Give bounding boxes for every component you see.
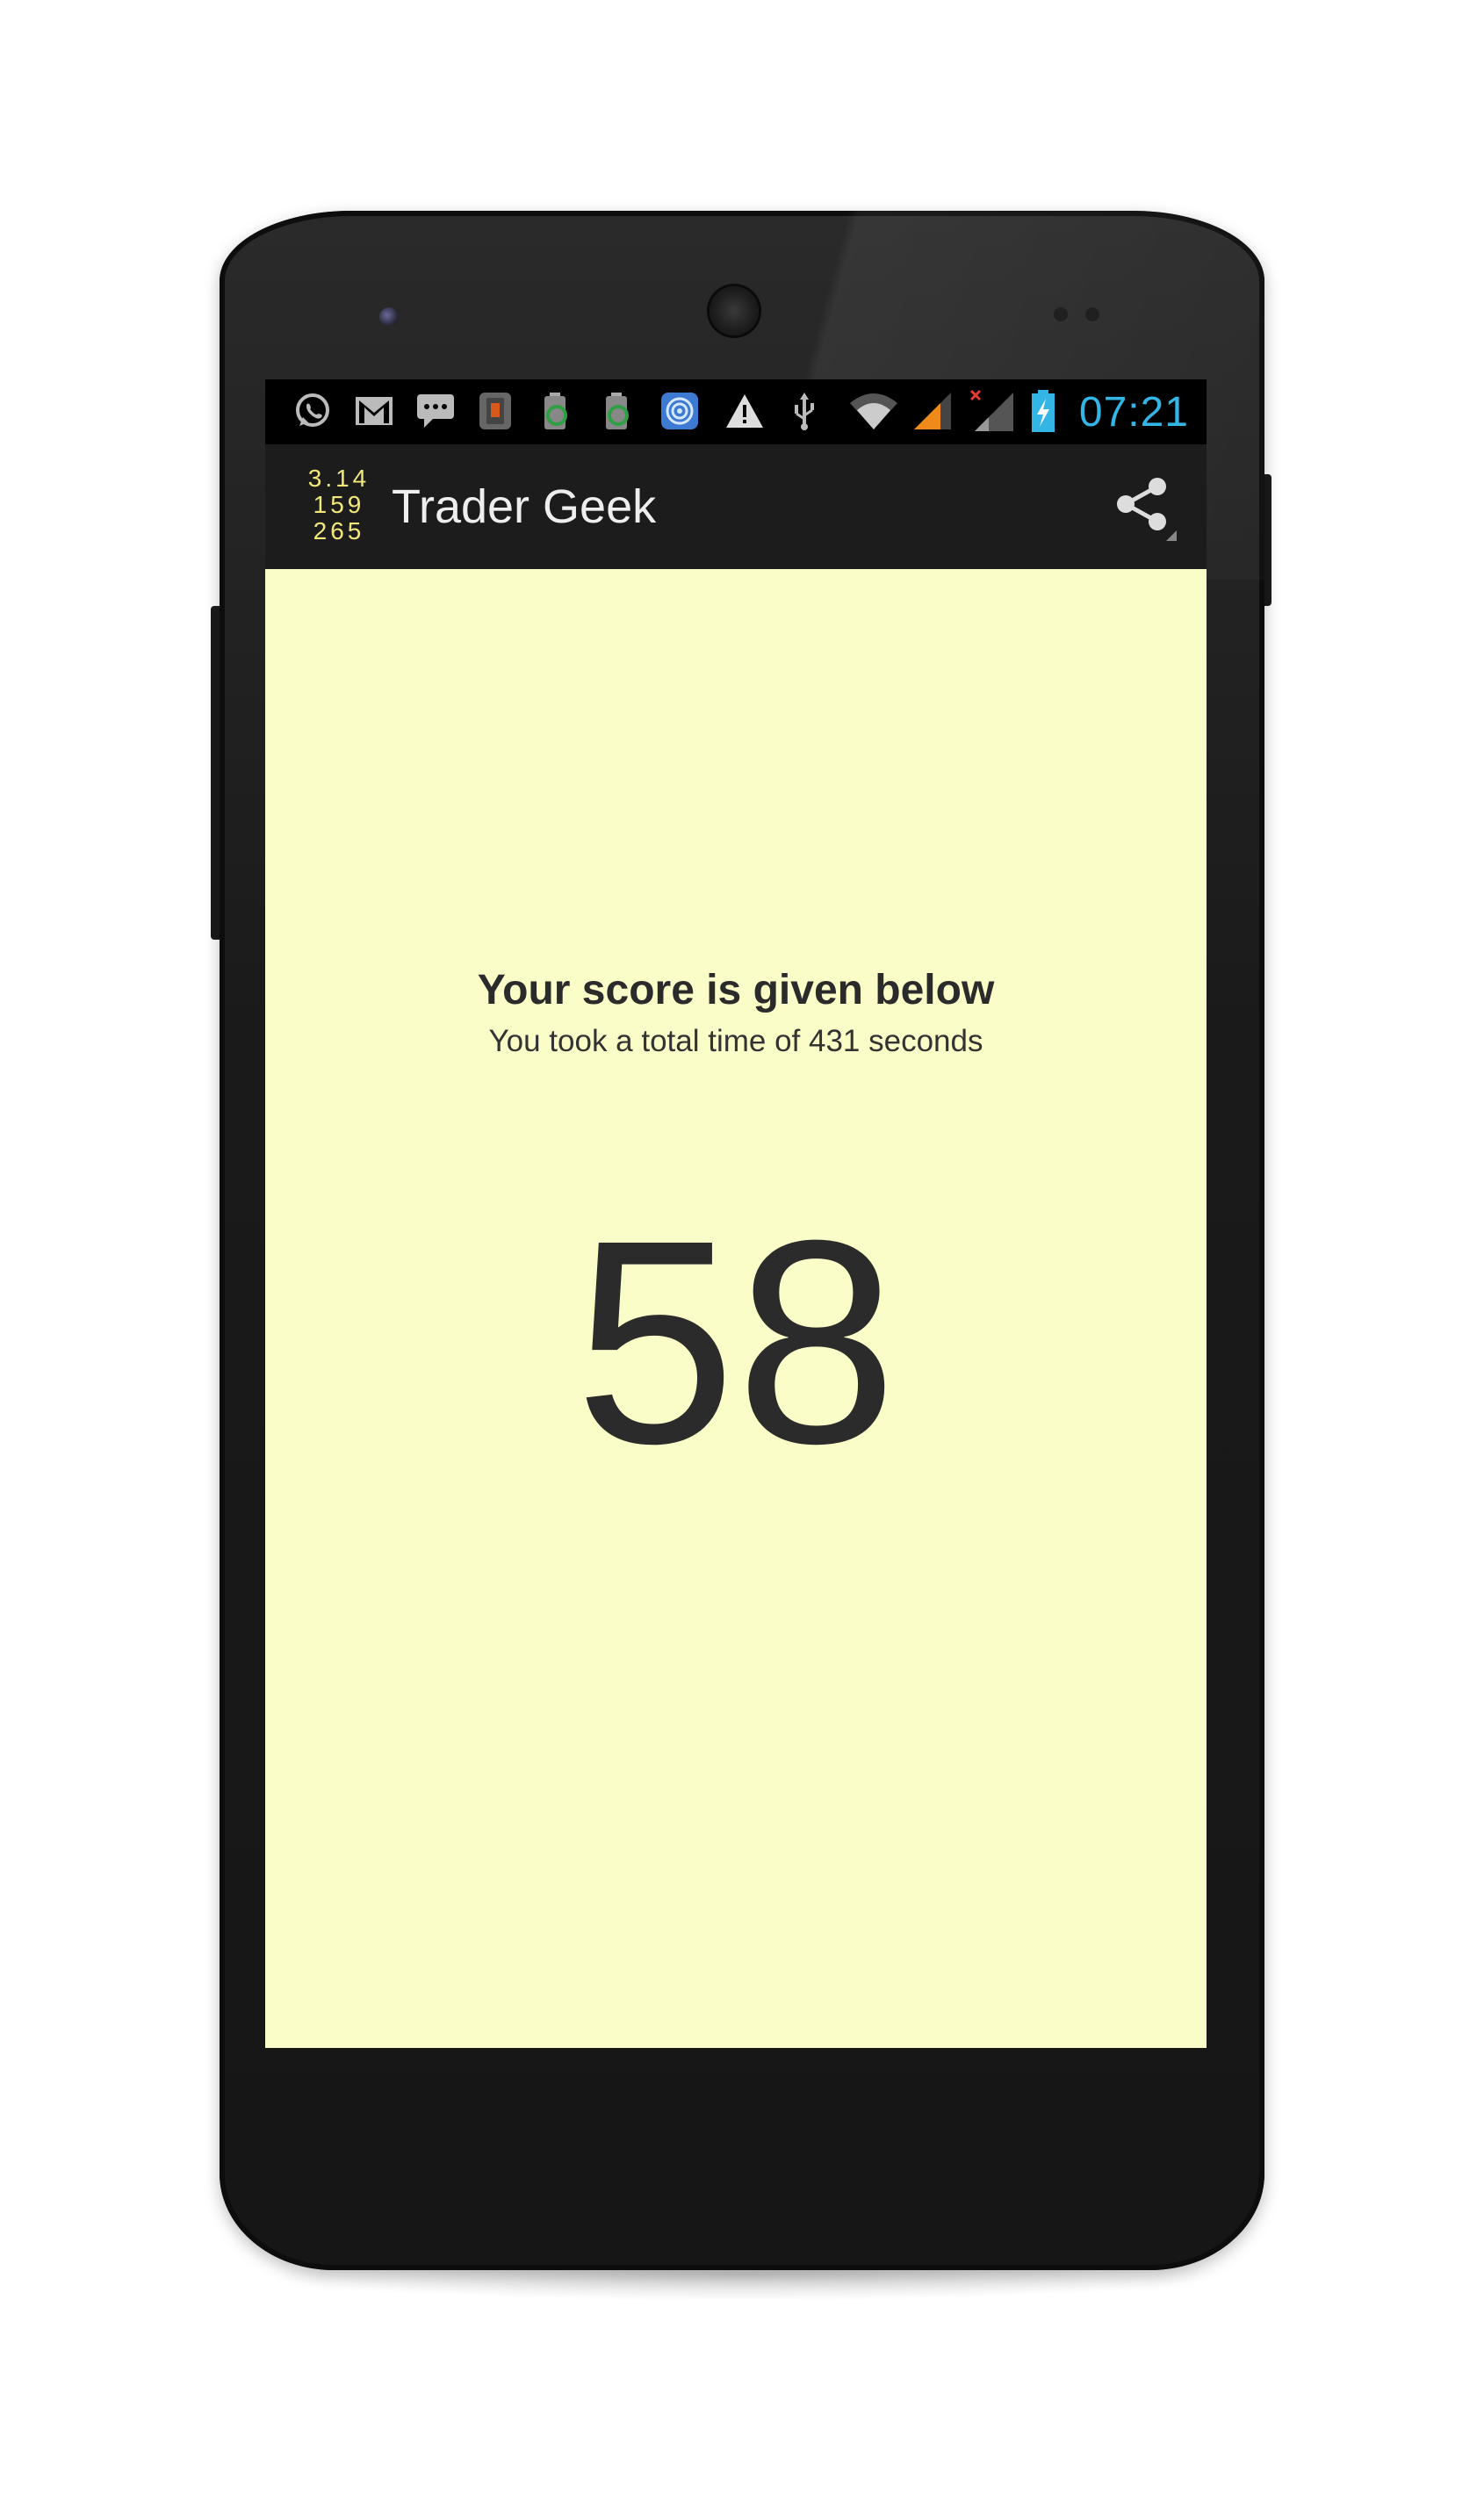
- app-title: Trader Geek: [392, 480, 657, 533]
- earpiece-speaker: [710, 286, 759, 335]
- sms-icon: [413, 390, 458, 432]
- share-button[interactable]: [1108, 472, 1178, 543]
- target-app-icon: [657, 390, 702, 432]
- gmail-icon: [351, 390, 397, 432]
- wifi-icon: [846, 390, 901, 432]
- battery-app-icon-2: [595, 390, 641, 432]
- score-value: 58: [574, 1179, 897, 1503]
- app-logo-icon[interactable]: 3.14 159 265: [304, 465, 374, 548]
- share-icon: [1117, 478, 1177, 541]
- light-sensor: [1085, 307, 1099, 321]
- battery-app-icon: [534, 390, 580, 432]
- front-camera: [379, 307, 399, 327]
- warning-icon: [722, 390, 767, 432]
- battery-charging-icon: [1026, 390, 1061, 432]
- app-logo-line: 265: [313, 517, 365, 544]
- status-bar: 07:21: [265, 379, 1207, 444]
- stage: 07:21 3.14 159 265 Trader Geek Your scor…: [0, 0, 1484, 2509]
- phone-screen: 07:21 3.14 159 265 Trader Geek Your scor…: [265, 379, 1207, 2048]
- phone-app-icon: [472, 390, 518, 432]
- app-logo-line: 3.14: [307, 465, 371, 492]
- time-taken-text: You took a total time of 431 seconds: [488, 1024, 983, 1058]
- score-heading: Your score is given below: [477, 967, 995, 1013]
- status-time: 07:21: [1078, 389, 1189, 436]
- score-panel: Your score is given below You took a tot…: [265, 569, 1207, 2048]
- action-bar: 3.14 159 265 Trader Geek: [265, 444, 1207, 571]
- signal-no-service-icon: [968, 389, 1017, 432]
- app-logo-line: 159: [313, 491, 365, 518]
- whatsapp-icon: [290, 390, 335, 432]
- signal-icon: [910, 390, 955, 432]
- proximity-sensor: [1054, 307, 1068, 321]
- usb-icon: [785, 390, 824, 432]
